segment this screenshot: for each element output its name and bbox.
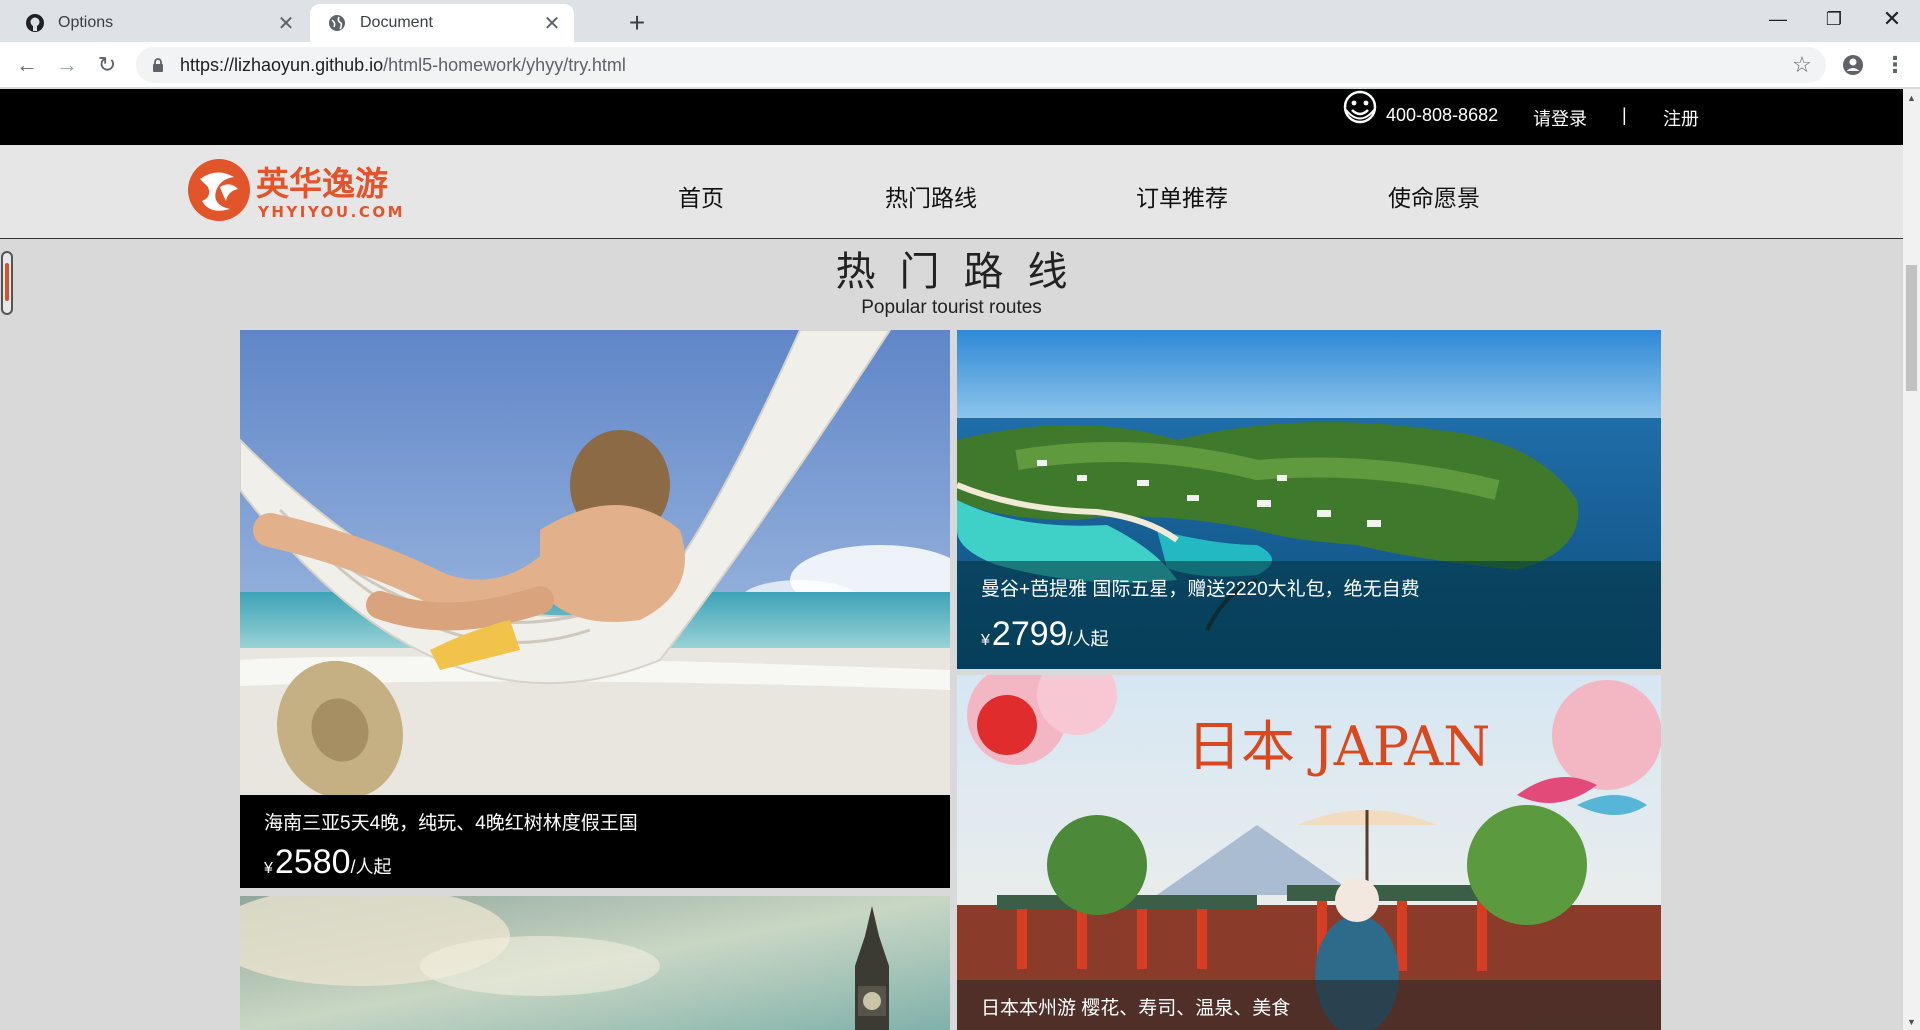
login-link[interactable]: 请登录 (1533, 105, 1587, 131)
register-link[interactable]: 注册 (1663, 105, 1699, 131)
route-title: 曼谷+芭提雅 国际五星，赠送2220大礼包，绝无自费 (981, 579, 1420, 600)
route-price: ¥2580/人起 (264, 843, 392, 881)
route-card-sanya[interactable]: 海南三亚5天4晚，纯玩、4晚红树林度假王国 ¥2580/人起 (240, 330, 950, 888)
page-scrollbar[interactable]: ▲ ▼ (1903, 89, 1920, 1030)
nav-home[interactable]: 首页 (678, 179, 724, 213)
phone-number: 400-808-8682 (1386, 105, 1499, 125)
site-logo[interactable]: 英华逸游 YHYIYOU.COM (186, 157, 416, 223)
close-icon[interactable]: ✕ (540, 11, 564, 35)
site-header: 英华逸游 YHYIYOU.COM 首页 热门路线 订单推荐 使命愿景 (0, 145, 1903, 239)
route-caption: 曼谷+芭提雅 国际五星，赠送2220大礼包，绝无自费 ¥2799/人起 (957, 561, 1661, 669)
minimize-icon[interactable]: — (1750, 0, 1806, 38)
url-text: https://lizhaoyun.github.io/html5-homewo… (180, 54, 626, 75)
reload-icon[interactable]: ↻ (90, 48, 124, 82)
globe-icon (326, 12, 348, 34)
nav-mission-vision[interactable]: 使命愿景 (1388, 179, 1480, 213)
tab-document[interactable]: Document ✕ (310, 4, 574, 42)
scroll-down-arrow-icon[interactable]: ▼ (1903, 1013, 1920, 1030)
page-viewport: 400-808-8682 请登录 | 注册 英华逸游 YHYIYOU.COM 首… (0, 89, 1903, 1030)
nav-order-recommend[interactable]: 订单推荐 (1136, 179, 1228, 213)
window-close-icon[interactable]: ✕ (1864, 0, 1920, 38)
restore-icon[interactable]: ❐ (1806, 0, 1862, 38)
back-arrow-icon[interactable]: ← (10, 48, 44, 82)
tab-options[interactable]: Options ✕ (8, 4, 308, 42)
browser-toolbar: ← → ↻ https://lizhaoyun.github.io/html5-… (0, 42, 1920, 88)
route-price: ¥2799/人起 (981, 615, 1109, 653)
close-icon[interactable]: ✕ (274, 11, 298, 35)
forward-arrow-icon[interactable]: → (50, 48, 84, 82)
svg-text:英华逸游: 英华逸游 (256, 164, 388, 203)
section-title: 热门路线 (835, 249, 1092, 295)
scroll-thumb[interactable] (1906, 265, 1917, 391)
route-card-japan[interactable]: 日本 JAPAN 日本本州游 樱花、寿司、温泉、美食 (957, 675, 1661, 1030)
svg-text:YHYIYOU.COM: YHYIYOU.COM (257, 203, 405, 221)
route-caption: 海南三亚5天4晚，纯玩、4晚红树林度假王国 ¥2580/人起 (240, 795, 950, 888)
route-title: 日本本州游 樱花、寿司、温泉、美食 (981, 998, 1291, 1019)
bookmark-star-icon[interactable]: ☆ (1790, 52, 1814, 77)
route-caption: 日本本州游 樱花、寿司、温泉、美食 (957, 980, 1661, 1030)
tab-title: Options (58, 14, 114, 31)
svg-text:日本 JAPAN: 日本 JAPAN (1187, 715, 1490, 778)
big-ben-image (240, 896, 950, 1030)
browser-tab-strip: Options ✕ Document ✕ + — ❐ ✕ (0, 0, 1920, 42)
japan-scenery-image: 日本 JAPAN (957, 675, 1661, 1030)
divider: | (1622, 105, 1627, 125)
address-bar[interactable]: https://lizhaoyun.github.io/html5-homewo… (136, 47, 1826, 83)
tab-title: Document (360, 14, 433, 31)
section-subtitle: Popular tourist routes (861, 297, 1042, 318)
smiley-icon (1343, 90, 1377, 124)
scroll-up-arrow-icon[interactable]: ▲ (1903, 89, 1920, 106)
github-icon (24, 12, 46, 34)
route-card-bangkok[interactable]: 曼谷+芭提雅 国际五星，赠送2220大礼包，绝无自费 ¥2799/人起 (957, 330, 1661, 669)
top-contact-bar: 400-808-8682 请登录 | 注册 (0, 89, 1903, 145)
lock-icon (150, 57, 166, 73)
kebab-menu-icon[interactable]: ⋮ (1880, 50, 1910, 80)
nav-hot-routes[interactable]: 热门路线 (885, 179, 977, 213)
account-icon[interactable] (1838, 50, 1868, 80)
route-title: 海南三亚5天4晚，纯玩、4晚红树林度假王国 (264, 813, 638, 834)
route-card-london[interactable] (240, 896, 950, 1030)
new-tab-button[interactable]: + (622, 7, 652, 38)
